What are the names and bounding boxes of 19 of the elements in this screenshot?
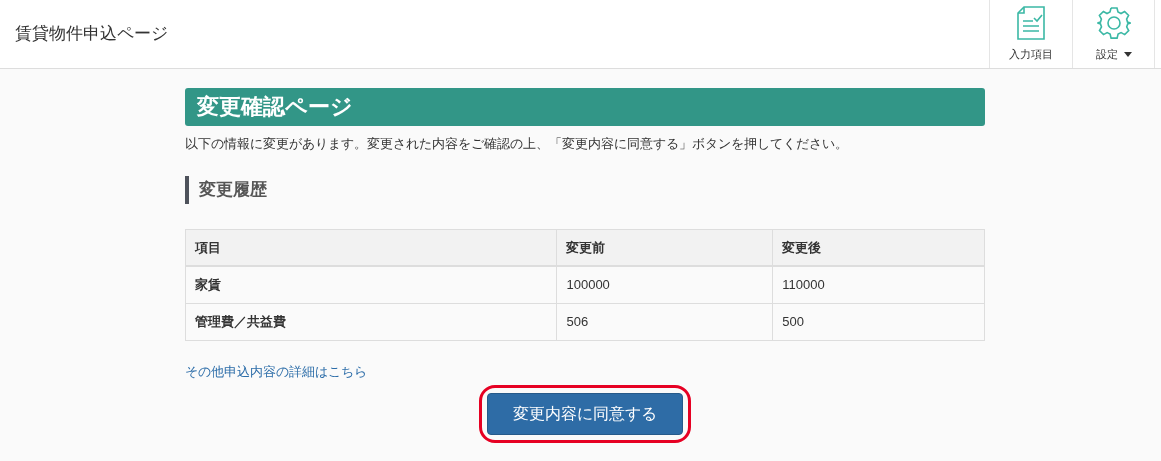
table-cell: 500 [772, 303, 985, 340]
row-label: 家賃 [185, 266, 557, 303]
column-header: 変更後 [772, 229, 985, 266]
agree-button[interactable]: 変更内容に同意する [487, 392, 683, 435]
form-icon [1016, 5, 1046, 40]
table-cell: 110000 [772, 266, 985, 303]
column-header: 変更前 [556, 229, 773, 266]
description: 以下の情報に変更があります。変更された内容をご確認の上、「変更内容に同意する」ボタンを押してください。 [185, 135, 849, 153]
row-label: 管理費／共益費 [185, 303, 557, 340]
page-title: 賃貸物件申込ページ [15, 23, 168, 46]
form-button[interactable]: 入力項目 [989, 0, 1072, 68]
table-cell: 100000 [556, 266, 773, 303]
table-cell: 506 [556, 303, 773, 340]
column-header: 項目 [185, 229, 557, 266]
page-heading: 変更確認ページ [185, 88, 985, 126]
settings-icon [1096, 5, 1131, 40]
section-heading: 変更履歴 [185, 175, 985, 204]
settings-button[interactable]: 設定 [1072, 0, 1155, 68]
details-link[interactable]: その他申込内容の詳細はこちら [185, 363, 367, 379]
